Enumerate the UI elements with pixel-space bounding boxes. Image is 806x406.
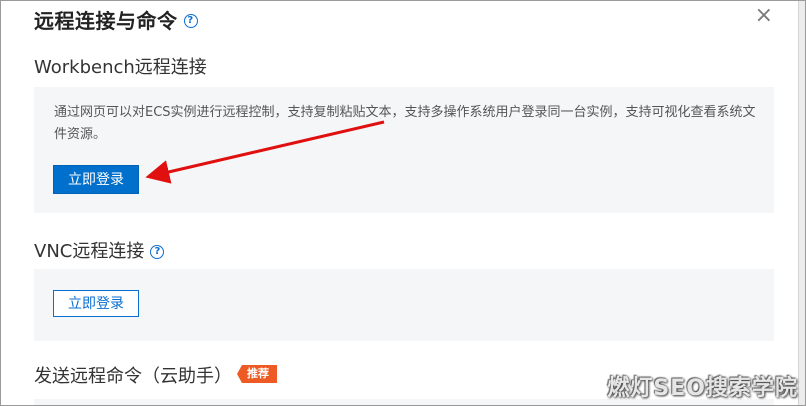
workbench-panel: 通过网页可以对ECS实例进行远程控制，支持复制粘贴文本，支持多操作系统用户登录同… (34, 87, 774, 213)
dialog-title: 远程连接与命令? (34, 5, 198, 34)
close-icon[interactable]: × (755, 5, 773, 27)
vnc-login-button[interactable]: 立即登录 (53, 290, 139, 317)
vnc-panel: 立即登录 (34, 269, 774, 341)
workbench-login-button[interactable]: 立即登录 (53, 165, 139, 194)
scrollbar[interactable] (798, 1, 805, 405)
recommended-badge: 推荐 (237, 365, 277, 383)
workbench-description: 通过网页可以对ECS实例进行远程控制，支持复制粘贴文本，支持多操作系统用户登录同… (54, 105, 756, 142)
workbench-section-title: Workbench远程连接 (34, 57, 207, 78)
vnc-section-title: VNC远程连接? (34, 237, 165, 263)
command-section-title: 发送远程命令（云助手） (34, 366, 232, 387)
dialog-title-text: 远程连接与命令 (34, 9, 178, 33)
vnc-help-icon[interactable]: ? (150, 245, 165, 259)
help-icon[interactable]: ? (183, 13, 198, 28)
remote-connection-dialog: 远程连接与命令? × Workbench远程连接 通过网页可以对ECS实例进行远… (0, 0, 806, 406)
watermark: 燃灯SEO搜索学院 (607, 376, 798, 401)
vnc-section-title-text: VNC远程连接 (34, 241, 145, 262)
